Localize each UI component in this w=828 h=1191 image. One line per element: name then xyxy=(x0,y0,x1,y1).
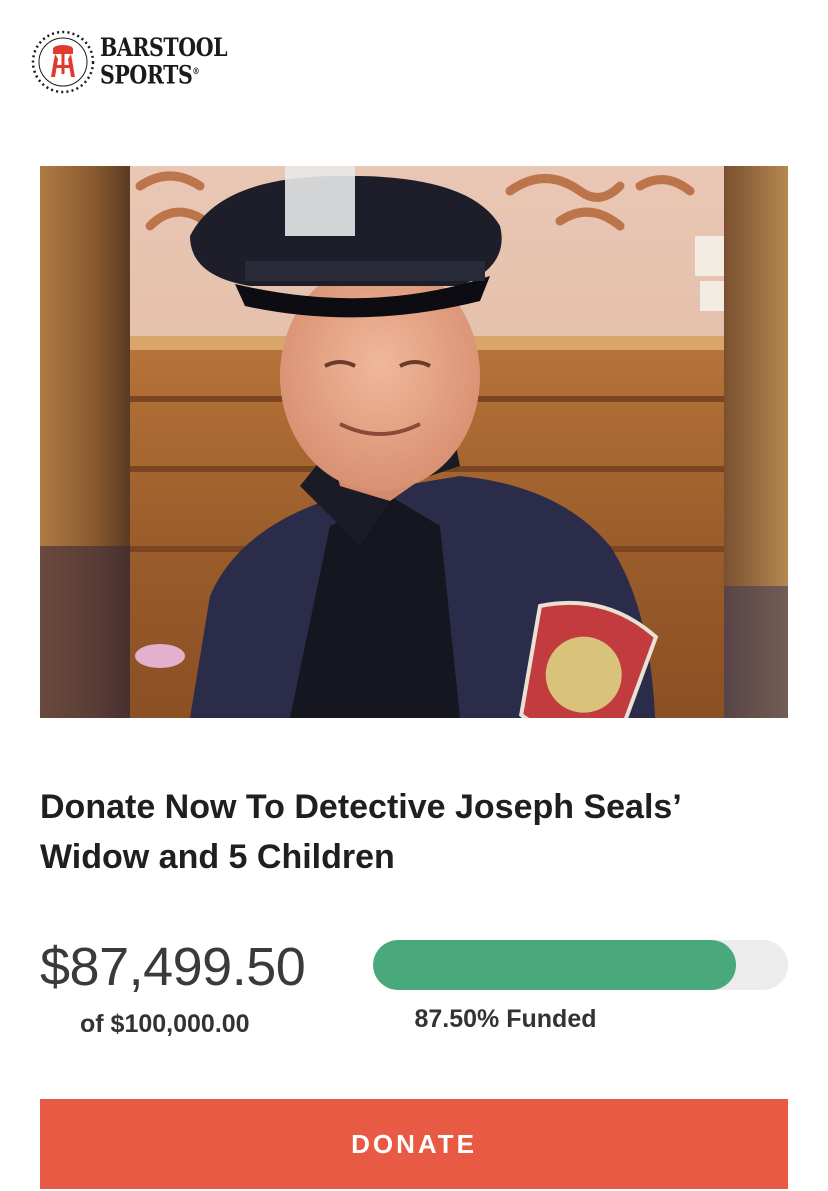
donate-button[interactable]: DONATE xyxy=(40,1099,788,1189)
goal-amount: of $100,000.00 xyxy=(80,1010,250,1038)
logo-wordmark[interactable]: BARSTOOL SPORTS® xyxy=(100,33,255,90)
logo-line-2: SPORTS® xyxy=(100,60,200,90)
registered-mark: ® xyxy=(192,67,200,78)
campaign-title: Donate Now To Detective Joseph Seals’ Wi… xyxy=(40,788,680,876)
hero-image xyxy=(40,166,788,718)
funding-progress-bar xyxy=(373,940,788,990)
site-header: BARSTOOL SPORTS® xyxy=(30,28,255,96)
logo-line-1: BARSTOOL xyxy=(100,33,228,63)
amount-raised: $87,499.50 xyxy=(40,937,306,997)
funding-progress-fill xyxy=(373,940,737,990)
barstool-logo-icon[interactable] xyxy=(30,29,96,95)
donate-button-label: DONATE xyxy=(351,1128,477,1159)
funded-percent: 87.50% Funded xyxy=(414,1005,597,1033)
